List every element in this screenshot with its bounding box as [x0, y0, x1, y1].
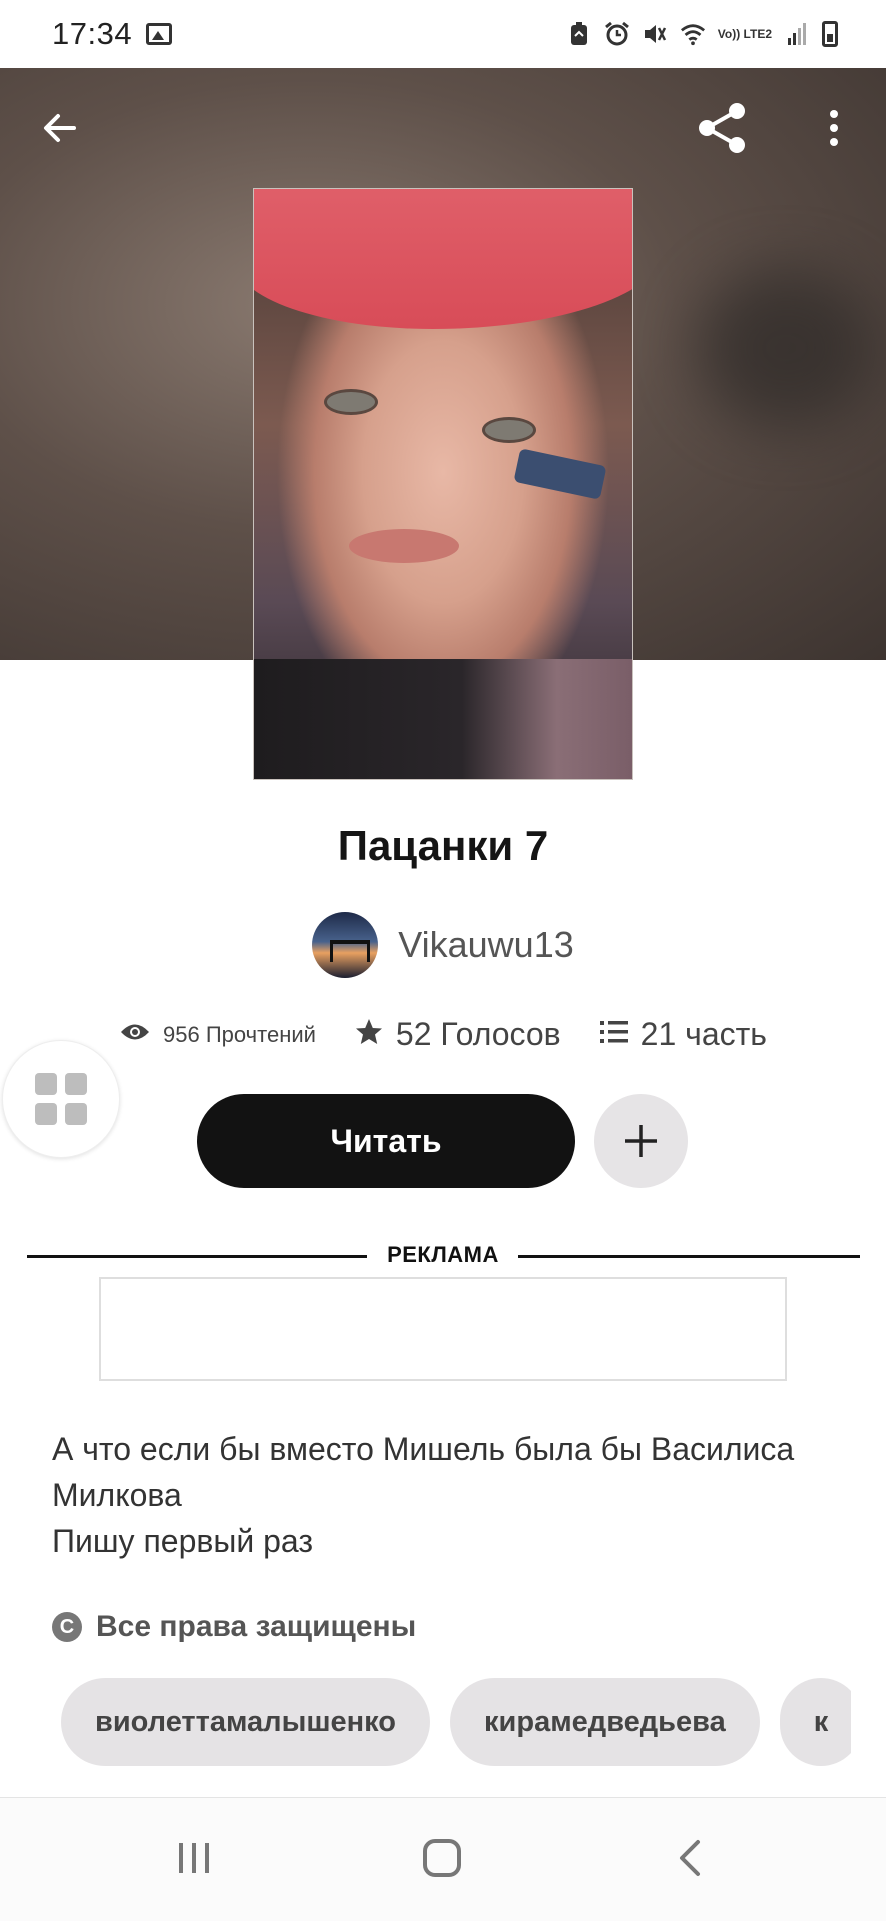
star-icon [354, 1017, 384, 1052]
wifi-icon [680, 21, 706, 47]
ad-slot[interactable] [99, 1277, 787, 1381]
ad-divider-left [27, 1255, 367, 1258]
votes-stat: 52 Голосов [354, 1016, 561, 1053]
cover-tattoo [513, 448, 607, 500]
description-line: Милкова [52, 1477, 182, 1513]
back-icon[interactable] [660, 1828, 720, 1888]
home-icon[interactable] [412, 1828, 472, 1888]
parts-stat[interactable]: 21 часть [599, 1016, 767, 1053]
more-vert-icon[interactable] [806, 100, 862, 156]
description-line: Пишу первый раз [52, 1523, 314, 1559]
author-row[interactable]: Vikauwu13 [0, 912, 886, 978]
story-cover[interactable] [254, 189, 632, 779]
story-description: А что если бы вместо Мишель была бы Васи… [52, 1426, 852, 1564]
arrow-left-icon[interactable] [32, 100, 88, 156]
system-nav-bar [0, 1797, 886, 1921]
battery-icon [822, 21, 838, 47]
copyright-row: C Все права защищены [52, 1610, 416, 1644]
cover-cap [254, 189, 632, 329]
ad-label: РЕКЛАМА [387, 1242, 499, 1267]
add-to-library-button[interactable] [594, 1094, 688, 1188]
grid-menu-button[interactable] [2, 1040, 120, 1158]
plus-icon [625, 1125, 657, 1157]
tag-list: виолеттамалышенко кирамедведьева к [61, 1678, 851, 1768]
cover-eye-left [324, 389, 378, 415]
parts-count[interactable]: 21 часть [641, 1016, 767, 1053]
grid-icon [35, 1073, 87, 1125]
mute-icon [642, 21, 668, 47]
alarm-icon [604, 21, 630, 47]
author-name[interactable]: Vikauwu13 [398, 924, 573, 966]
list-icon [599, 1019, 629, 1050]
network-label: Vo)) LTE2 [717, 27, 772, 41]
description-line: А что если бы вместо Мишель была бы Васи… [52, 1431, 795, 1467]
cover-shirt [254, 659, 632, 779]
status-time: 17:34 [52, 16, 133, 51]
tag-chip[interactable]: кирамедведьева [450, 1678, 760, 1766]
author-avatar[interactable] [312, 912, 379, 978]
copyright-text: Все права защищены [96, 1610, 417, 1643]
recent-apps-icon[interactable] [164, 1828, 224, 1888]
status-bar: 17:34 Vo)) LTE2 [0, 0, 886, 68]
signal-icon [784, 21, 810, 47]
tag-chip[interactable]: к [779, 1678, 851, 1766]
story-title: Пацанки 7 [337, 822, 549, 869]
read-button[interactable]: Читать [197, 1094, 575, 1188]
reads-stat: 956 Прочтений [119, 1021, 316, 1048]
hero-blur [696, 268, 876, 428]
image-icon [146, 23, 173, 45]
tag-chip[interactable]: виолеттамалышенко [61, 1678, 431, 1766]
cover-mouth [349, 529, 459, 563]
cover-eye-right [482, 417, 536, 443]
ad-divider-right [518, 1255, 860, 1258]
recycle-icon [566, 21, 592, 47]
copyright-icon: C [52, 1612, 82, 1642]
status-icons: Vo)) LTE2 [566, 21, 838, 47]
votes-count: 52 Голосов [395, 1016, 561, 1052]
reads-count: 956 Прочтений [163, 1021, 316, 1047]
share-icon[interactable] [694, 100, 750, 156]
eye-icon [119, 1021, 151, 1048]
story-stats: 956 Прочтений 52 Голосов 21 часть [0, 1016, 886, 1053]
